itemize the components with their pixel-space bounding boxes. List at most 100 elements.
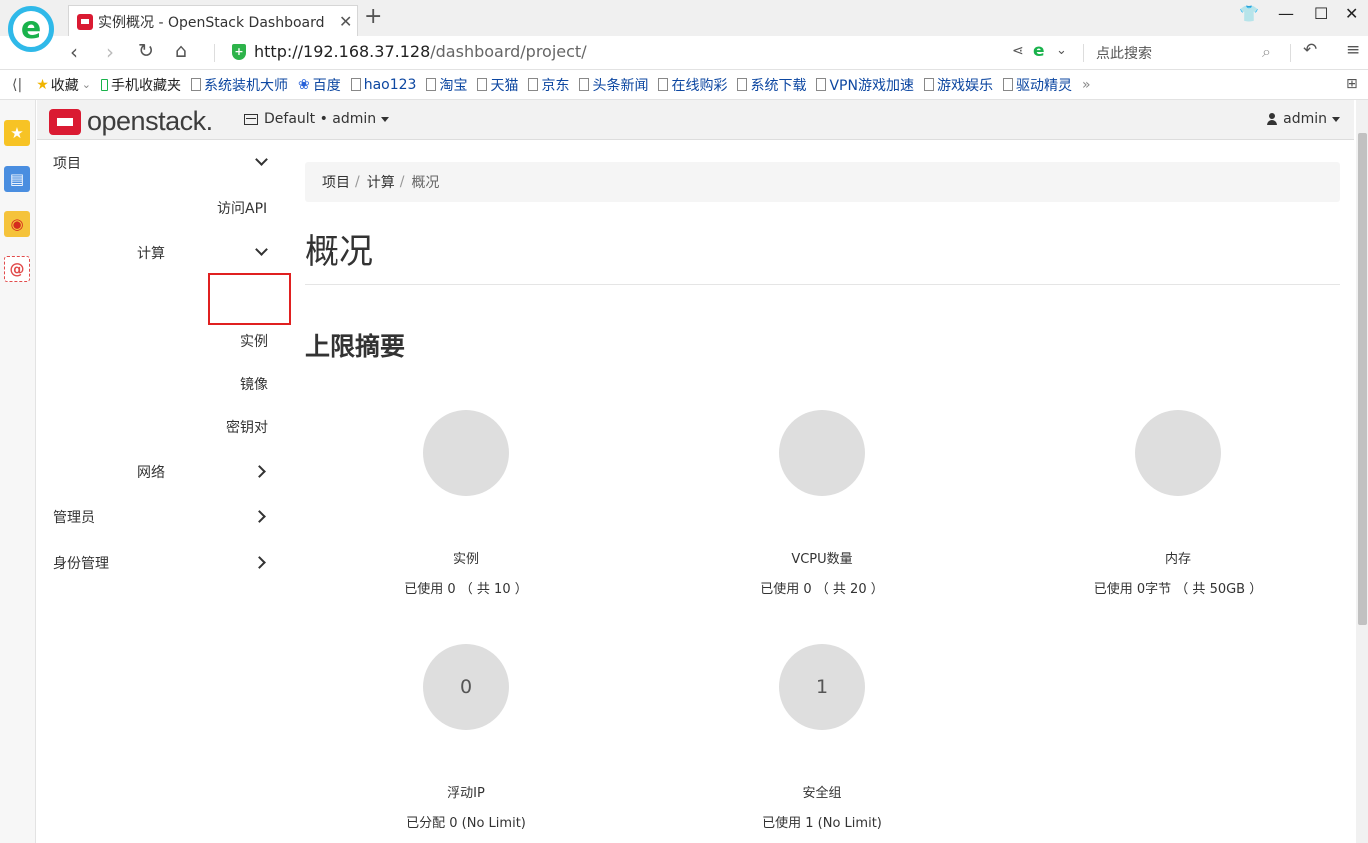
- sidebar-item-admin[interactable]: 管理员: [53, 495, 273, 539]
- sidebar-item-identity[interactable]: 身份管理: [53, 541, 273, 585]
- page-icon: [816, 78, 827, 91]
- bookmark-item[interactable]: 系统下载: [737, 75, 806, 95]
- bookmark-item[interactable]: hao123: [350, 77, 416, 93]
- sidebar-item-keypairs[interactable]: 密钥对: [226, 405, 268, 449]
- breadcrumb-current: 概况: [411, 175, 440, 191]
- star-icon: ★: [36, 76, 49, 93]
- address-bar: ‹ › ↻ ⌂ + http://192.168.37.128 /dashboa…: [0, 36, 1368, 70]
- quota-label: VCPU数量: [791, 552, 853, 567]
- page-icon: [923, 78, 934, 91]
- new-tab-icon[interactable]: +: [364, 6, 382, 28]
- sidebar-item-instances[interactable]: 实例: [240, 319, 268, 363]
- back-icon[interactable]: ‹: [70, 40, 78, 64]
- close-window-icon[interactable]: ✕: [1345, 4, 1358, 23]
- favorites-star-icon[interactable]: ★: [4, 120, 30, 146]
- bookmark-item[interactable]: 京东: [528, 75, 569, 95]
- quota-pie-chart: [423, 410, 509, 496]
- quota-label: 内存: [1164, 552, 1191, 567]
- collapse-sidebar-icon[interactable]: ⟨|: [12, 77, 22, 93]
- menu-icon[interactable]: ≡: [1346, 40, 1360, 60]
- user-menu[interactable]: admin: [1267, 111, 1340, 127]
- user-icon: [1267, 113, 1278, 125]
- annotation-highlight-box: [208, 273, 291, 325]
- chevron-right-icon: [253, 465, 266, 478]
- home-icon[interactable]: ⌂: [175, 40, 187, 62]
- user-menu-label: admin: [1283, 111, 1327, 127]
- openstack-header: openstack. Default • admin admin: [37, 100, 1354, 140]
- bookmark-item[interactable]: 天猫: [477, 75, 518, 95]
- divider: [305, 284, 1340, 285]
- bookmark-item[interactable]: 在线购彩: [658, 75, 727, 95]
- share-icon[interactable]: ⋖: [1012, 43, 1024, 59]
- bookmark-mobile[interactable]: 手机收藏夹: [100, 75, 181, 95]
- maximize-icon[interactable]: ☐: [1314, 4, 1328, 23]
- quota-usage: 已使用 0 （ 共 10 ）: [404, 582, 528, 597]
- scrollbar-thumb[interactable]: [1358, 133, 1367, 625]
- quota-security-groups: 1 安全组 已使用 1 (No Limit): [702, 644, 942, 831]
- caret-down-icon: [381, 116, 390, 122]
- browser-tab[interactable]: 实例概况 - OpenStack Dashboard ✕: [68, 5, 358, 37]
- tab-close-icon[interactable]: ✕: [339, 12, 352, 31]
- page-title: 概况: [305, 232, 373, 272]
- chevron-down-icon: [255, 153, 268, 166]
- email-icon[interactable]: @: [4, 256, 30, 282]
- sidebar-item-project[interactable]: 项目: [53, 141, 273, 185]
- weibo-icon[interactable]: ◉: [4, 211, 30, 237]
- quota-label: 浮动IP: [447, 786, 485, 801]
- reader-icon[interactable]: ▤: [4, 166, 30, 192]
- page-icon: [658, 78, 669, 91]
- tab-title: 实例概况 - OpenStack Dashboard: [98, 14, 325, 31]
- forward-icon[interactable]: ›: [106, 40, 114, 64]
- browser-search-input[interactable]: 点此搜索: [1096, 43, 1152, 63]
- sidebar: 项目 访问API 计算 概况 实例 镜像 密钥对 网络 管理员 身份管理: [37, 141, 290, 843]
- minimize-icon[interactable]: —: [1278, 4, 1294, 23]
- quota-floating-ips: 0 浮动IP 已分配 0 (No Limit): [346, 644, 586, 831]
- browser-titlebar: 实例概况 - OpenStack Dashboard ✕ + 👕 — ☐ ✕: [0, 0, 1368, 37]
- breadcrumb-item[interactable]: 项目: [322, 172, 350, 192]
- bookmark-item[interactable]: ❀ 百度: [298, 75, 341, 95]
- refresh-icon[interactable]: ↻: [138, 40, 154, 62]
- browser-logo-icon: e: [8, 6, 54, 52]
- url-path: /dashboard/project/: [430, 42, 587, 61]
- baidu-paw-icon: ❀: [297, 76, 310, 93]
- quota-label: 实例: [452, 552, 479, 567]
- phone-icon: [100, 78, 108, 91]
- sidebar-item-compute[interactable]: 计算: [137, 231, 273, 275]
- more-bookmarks-icon[interactable]: »: [1082, 77, 1091, 93]
- quota-memory: 内存 已使用 0字节 （ 共 50GB ）: [1058, 410, 1298, 597]
- mode-dropdown-icon[interactable]: ⌄: [1056, 43, 1067, 58]
- project-selector[interactable]: Default • admin: [244, 111, 390, 127]
- page-icon: [477, 78, 488, 91]
- apps-grid-icon[interactable]: ⊞: [1346, 76, 1358, 92]
- sidebar-item-images[interactable]: 镜像: [240, 362, 268, 406]
- sidebar-item-network[interactable]: 网络: [137, 450, 273, 494]
- quota-usage: 已使用 0 （ 共 20 ）: [760, 582, 884, 597]
- quota-label: 安全组: [802, 786, 842, 801]
- skin-icon[interactable]: 👕: [1239, 4, 1259, 23]
- project-selector-label: Default • admin: [264, 111, 377, 127]
- bookmark-item[interactable]: 头条新闻: [579, 75, 648, 95]
- bookmark-item[interactable]: 驱动精灵: [1002, 75, 1072, 95]
- page-icon: [737, 78, 748, 91]
- url-field[interactable]: + http://192.168.37.128 /dashboard/proje…: [232, 42, 587, 61]
- undo-icon[interactable]: ↶: [1303, 40, 1317, 60]
- breadcrumb-item[interactable]: 计算: [367, 172, 395, 192]
- quota-pie-chart: 1: [779, 644, 865, 730]
- page-icon: [190, 78, 201, 91]
- bookmark-favorites[interactable]: ★ 收藏 ⌄: [36, 75, 91, 95]
- bookmark-item[interactable]: 淘宝: [426, 75, 467, 95]
- bookmark-item[interactable]: 系统装机大师: [190, 75, 288, 95]
- ie-mode-icon[interactable]: e: [1033, 41, 1045, 61]
- section-title: 上限摘要: [305, 332, 406, 361]
- sidebar-item-access-api[interactable]: 访问API: [217, 186, 267, 230]
- search-icon[interactable]: ⌕: [1262, 42, 1271, 62]
- openstack-logo[interactable]: openstack.: [49, 106, 213, 137]
- openstack-favicon-icon: [77, 13, 93, 30]
- chevron-right-icon: [253, 510, 266, 523]
- quota-vcpus: VCPU数量 已使用 0 （ 共 20 ）: [702, 410, 942, 597]
- quota-pie-chart: [779, 410, 865, 496]
- page-icon: [528, 78, 539, 91]
- bookmark-item[interactable]: VPN游戏加速: [816, 75, 914, 95]
- quota-usage: 已使用 1 (No Limit): [762, 816, 882, 831]
- bookmark-item[interactable]: 游戏娱乐: [923, 75, 993, 95]
